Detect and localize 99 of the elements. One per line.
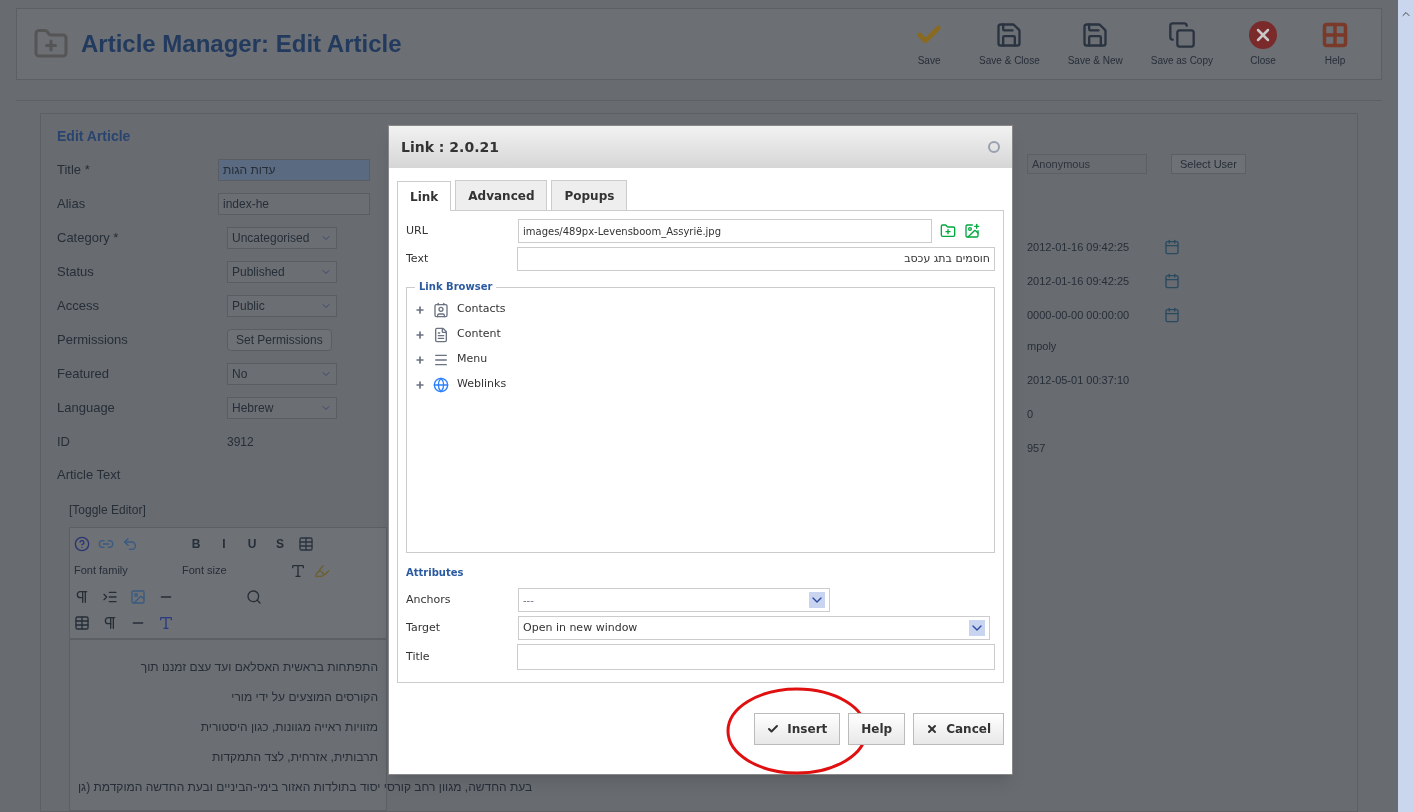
- field-label: Featured: [57, 365, 111, 384]
- tree-item[interactable]: Menu: [415, 350, 986, 369]
- table-icon[interactable]: [74, 614, 90, 631]
- field-label: Target: [406, 619, 442, 636]
- calendar-icon[interactable]: [1164, 273, 1180, 289]
- field-label: Title *: [57, 161, 91, 180]
- page-title: Article Manager: Edit Article: [81, 29, 403, 59]
- field-value: 0: [1027, 407, 1035, 422]
- font-family-select[interactable]: Font family: [74, 562, 174, 579]
- body-text-line: בעת החדשה, מגוון רחב קורסי יסוד בתולדות האזור בימי-הביניים ובעת החדשה המוקדמת (גן: [78, 778, 533, 796]
- field-label: Category *: [57, 229, 120, 248]
- toolbar-button[interactable]: Close: [1233, 20, 1293, 68]
- text-field[interactable]: index-he: [217, 193, 370, 215]
- close-icon: [1249, 20, 1277, 49]
- target-select[interactable]: Open in new window: [518, 616, 990, 640]
- format-button[interactable]: S: [270, 534, 290, 553]
- field-label: Alias: [57, 195, 87, 214]
- date-field[interactable]: 2012-01-16 09:42:25: [1027, 238, 1152, 256]
- expand-icon[interactable]: [415, 329, 425, 340]
- field-value: 3912: [227, 434, 254, 451]
- url-field[interactable]: images/489px-Levensboom_Assyrië.jpg: [518, 219, 932, 243]
- globe-icon: [433, 376, 449, 393]
- select-field[interactable]: Public: [227, 295, 337, 317]
- title-field[interactable]: [517, 644, 995, 670]
- format-button[interactable]: B: [186, 534, 206, 553]
- select-field[interactable]: No: [227, 363, 337, 385]
- select-field[interactable]: Hebrew: [227, 397, 337, 419]
- field-label: Text: [406, 250, 430, 267]
- field-label: Status: [57, 263, 95, 282]
- attributes-legend: Attributes: [406, 565, 995, 580]
- tree-item[interactable]: Contacts: [415, 300, 986, 319]
- grid-icon: [1321, 20, 1349, 49]
- section-legend: Edit Article: [57, 126, 370, 147]
- close-icon: [926, 722, 939, 735]
- field-value: 957: [1027, 441, 1047, 456]
- pilcrow-icon[interactable]: [102, 614, 118, 631]
- dialog-tab[interactable]: Link: [397, 181, 452, 211]
- toolbar-button[interactable]: Save: [899, 20, 960, 68]
- dialog-button[interactable]: Insert: [754, 712, 841, 745]
- contacts-icon: [433, 301, 449, 318]
- field-label: Title: [406, 648, 431, 665]
- body-text-line: תרבותית, אזרחית, לצד התמקדות: [211, 748, 378, 766]
- calendar-icon[interactable]: [1164, 239, 1180, 255]
- body-text-line: התפתחות בראשית האסלאם ועד עצם זמננו תוך: [139, 658, 378, 676]
- field-label: Access: [57, 297, 100, 316]
- checkmark-icon: [767, 722, 780, 735]
- text-field[interactable]: עדות הגות: [217, 159, 370, 181]
- format-button[interactable]: U: [242, 534, 262, 553]
- toolbar-button[interactable]: Save as Copy: [1142, 20, 1221, 68]
- field-value: 2012-05-01 00:37:10: [1027, 373, 1131, 388]
- field-label: URL: [406, 222, 429, 239]
- select-field[interactable]: Published: [227, 261, 337, 283]
- date-field[interactable]: 2012-01-16 09:42:25: [1027, 272, 1152, 290]
- toolbar-button[interactable]: Save & New: [1059, 20, 1131, 68]
- field-label: Permissions: [57, 331, 129, 350]
- dialog-button[interactable]: Cancel: [913, 712, 1004, 745]
- text-field[interactable]: חוסמים בתג עכסב: [517, 247, 995, 271]
- text-color-icon[interactable]: [290, 562, 306, 579]
- toggle-editor-link[interactable]: [Toggle Editor]: [69, 500, 370, 519]
- highlighter-icon[interactable]: [314, 562, 330, 579]
- date-field[interactable]: 0000-00-00 00:00:00: [1027, 306, 1152, 324]
- field-label: Anchors: [406, 591, 452, 608]
- folder-add-icon[interactable]: [940, 223, 956, 239]
- field-label: Article Text: [57, 466, 122, 484]
- field-label: ID: [57, 433, 71, 452]
- toolbar-button[interactable]: Save & Close: [971, 20, 1048, 68]
- expand-icon[interactable]: [415, 354, 425, 365]
- search-icon[interactable]: [246, 588, 262, 605]
- dialog-tab[interactable]: Popups: [551, 180, 628, 210]
- calendar-icon[interactable]: [1164, 307, 1180, 323]
- dialog-title: Link : 2.0.21: [401, 137, 499, 157]
- tree-item[interactable]: Content: [415, 325, 986, 344]
- anchors-select[interactable]: ---: [518, 588, 830, 612]
- undo-icon[interactable]: [122, 535, 138, 552]
- pilcrow-icon[interactable]: [74, 588, 90, 605]
- document-icon: [433, 326, 449, 343]
- help-icon[interactable]: [74, 535, 90, 552]
- dialog-button[interactable]: Help: [848, 712, 906, 745]
- toolbar-button[interactable]: Help: [1305, 20, 1365, 68]
- field-value: mpoly: [1027, 339, 1058, 354]
- expand-icon[interactable]: [415, 379, 425, 390]
- close-icon[interactable]: [988, 141, 1000, 153]
- select-field[interactable]: Uncategorised: [227, 227, 337, 249]
- user-field[interactable]: Anonymous: [1027, 154, 1147, 174]
- tree-item[interactable]: Weblinks: [415, 375, 986, 394]
- field-label: Language: [57, 399, 116, 418]
- expand-icon[interactable]: [415, 304, 425, 315]
- image-add-icon[interactable]: [964, 223, 980, 239]
- body-text-line: מזוויות ראייה מגוונות, כגון היסטורית: [199, 718, 378, 736]
- dialog-tab[interactable]: Advanced: [455, 180, 548, 210]
- format-button[interactable]: I: [214, 534, 234, 553]
- select-user-button[interactable]: Select User: [1171, 154, 1246, 174]
- text-style-icon[interactable]: [158, 614, 174, 631]
- copy-icon: [1167, 20, 1196, 49]
- body-text-line: הקורסים המוצעים על ידי מורי: [230, 688, 378, 706]
- image-icon[interactable]: [130, 588, 146, 605]
- table-icon[interactable]: [298, 535, 314, 552]
- permissions-button[interactable]: Set Permissions: [227, 329, 332, 351]
- font-size-select[interactable]: Font size: [182, 562, 282, 579]
